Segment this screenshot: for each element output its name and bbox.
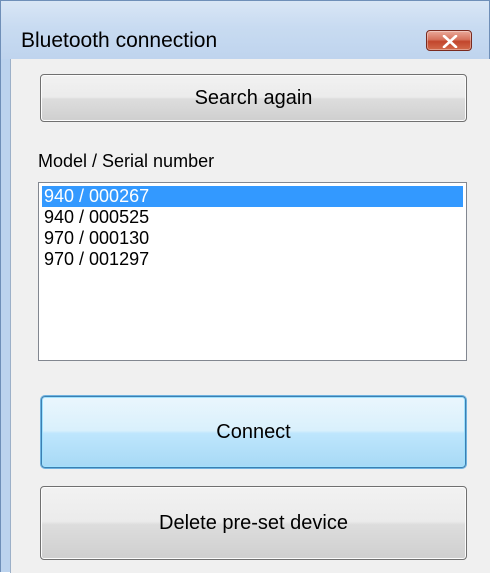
list-label: Model / Serial number xyxy=(38,151,215,171)
title-bar[interactable]: Bluetooth connection xyxy=(1,1,489,59)
search-again-button[interactable]: Search again xyxy=(40,74,467,122)
close-button[interactable] xyxy=(426,30,472,51)
window-title: Bluetooth connection xyxy=(21,29,218,52)
list-item[interactable]: 970 / 001297 xyxy=(42,249,463,270)
delete-preset-device-label: Delete pre-set device xyxy=(159,511,348,534)
list-item[interactable]: 970 / 000130 xyxy=(42,228,463,249)
list-item[interactable]: 940 / 000525 xyxy=(42,207,463,228)
close-icon xyxy=(442,35,458,48)
bluetooth-connection-dialog: Bluetooth connection Search again Model … xyxy=(0,0,490,573)
connect-label: Connect xyxy=(216,420,291,443)
dialog-body: Search again Model / Serial number 940 /… xyxy=(10,59,490,573)
connect-button[interactable]: Connect xyxy=(41,396,466,468)
list-item[interactable]: 940 / 000267 xyxy=(42,186,463,207)
device-list[interactable]: 940 / 000267 940 / 000525 970 / 000130 9… xyxy=(38,182,467,361)
search-again-label: Search again xyxy=(194,86,313,109)
delete-preset-device-button[interactable]: Delete pre-set device xyxy=(40,486,467,560)
